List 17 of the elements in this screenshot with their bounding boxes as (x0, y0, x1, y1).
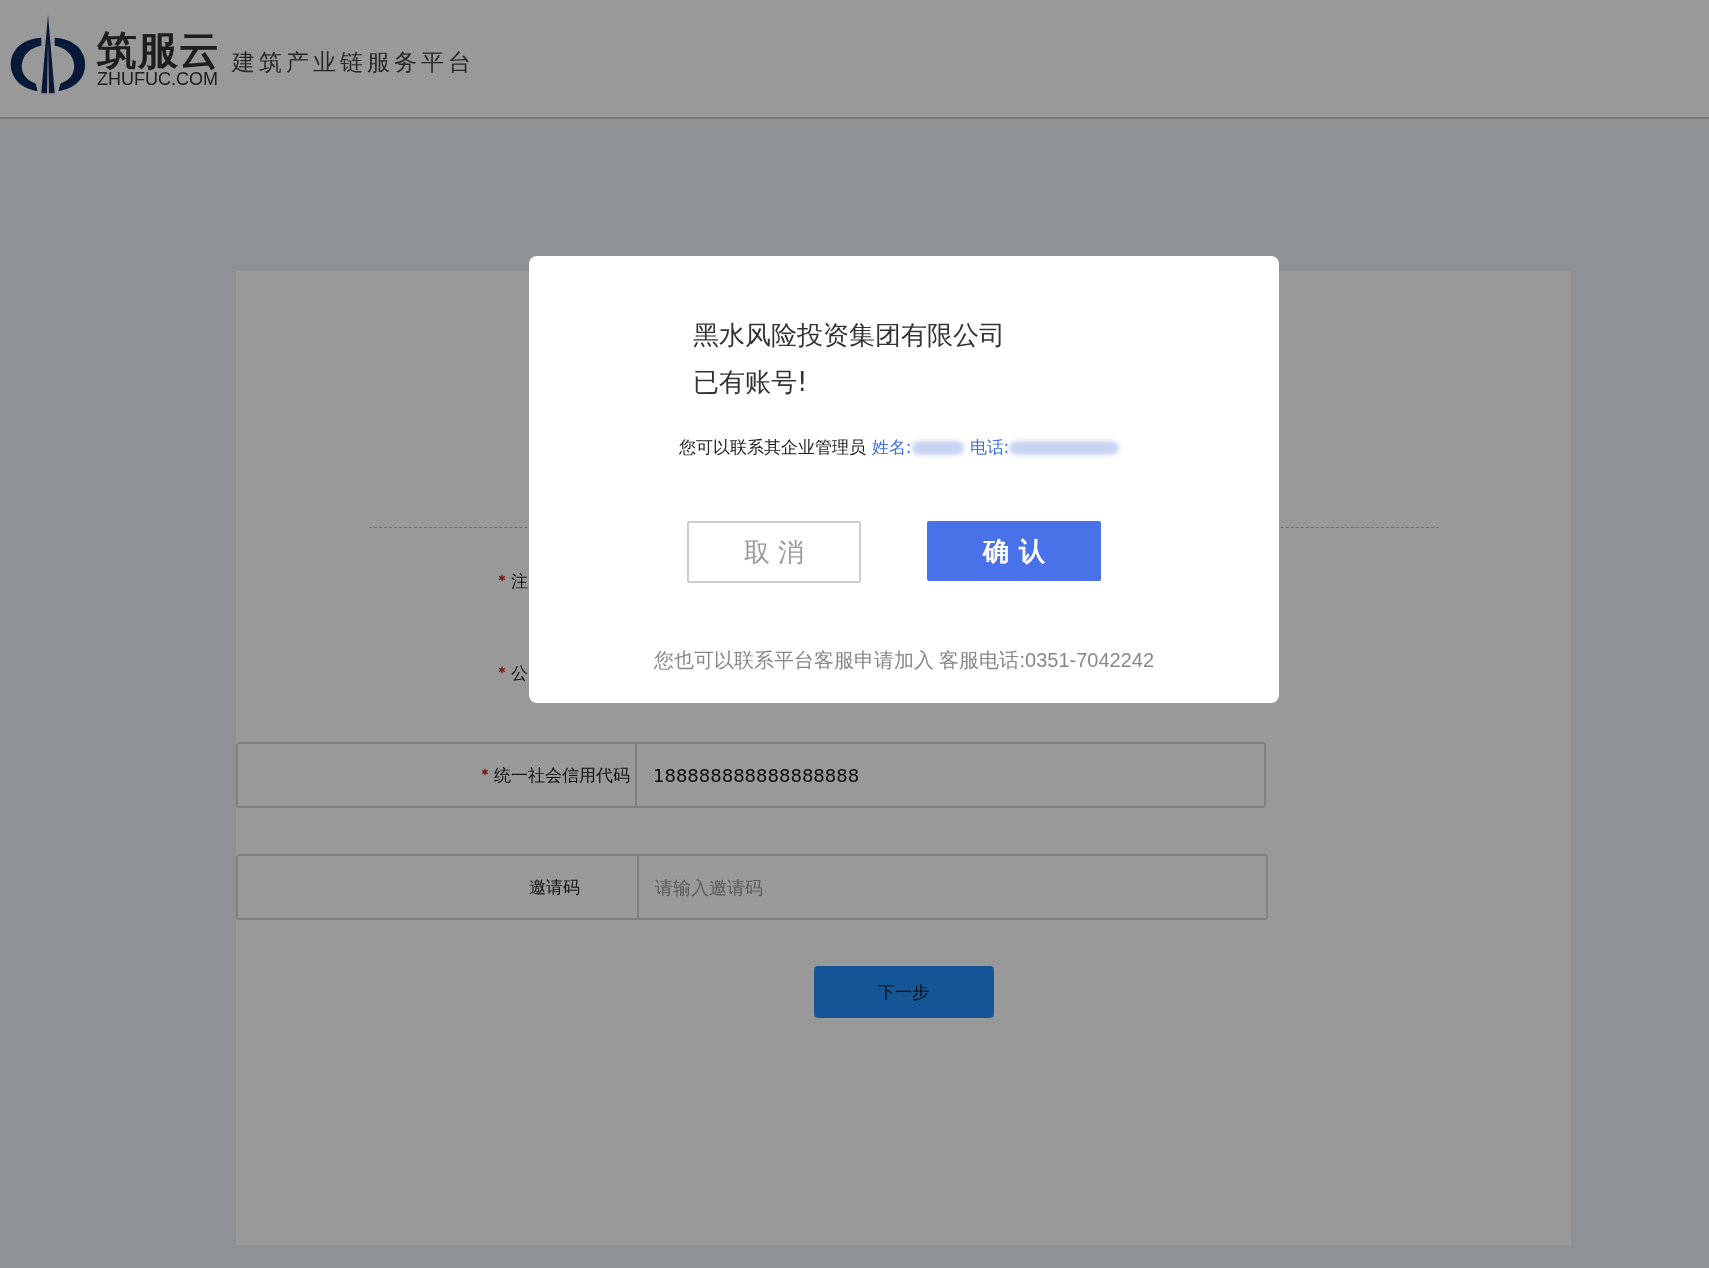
next-button[interactable]: 下一步 (813, 966, 994, 1018)
company-name: 黑水风险投资集团有限公司 (693, 319, 1005, 352)
input-field[interactable]: 请输入邀请码 (637, 854, 1268, 920)
input-field[interactable]: 188888888888888888 (635, 742, 1266, 808)
contact-text: 您可以联系其企业管理员 (678, 436, 866, 459)
confirm-button[interactable]: 确 认 (927, 521, 1101, 581)
tagline: 建筑产业链服务平台 (232, 48, 475, 77)
support-text: 您也可以联系平台客服申请加入 客服电话:0351-7042242 (653, 648, 1155, 673)
admin-name-link[interactable]: 姓名: (871, 436, 912, 459)
field-label: 统一社会信用代码 (494, 763, 630, 787)
field-label: 邀请码 (529, 875, 580, 899)
field-label: 公 (511, 661, 528, 685)
admin-phone-link[interactable]: 电话: (969, 436, 1010, 459)
cancel-button[interactable]: 取 消 (687, 521, 861, 583)
redaction-blur (911, 440, 964, 455)
field-label: 注 (511, 569, 528, 593)
dialog-message: 已有账号! (693, 366, 809, 399)
